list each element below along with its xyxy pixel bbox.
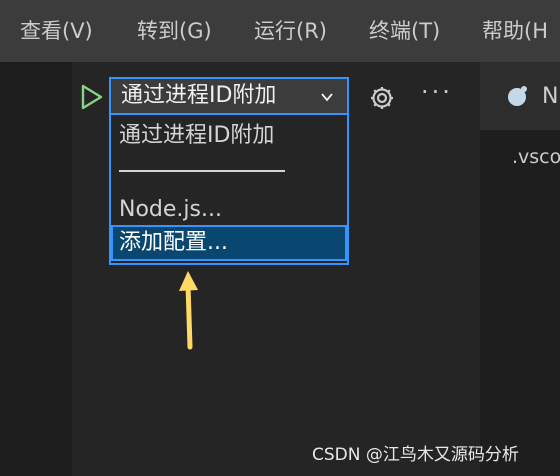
menu-terminal[interactable]: 终端(T) (369, 16, 440, 46)
menu-run[interactable]: 运行(R) (254, 16, 327, 46)
play-icon[interactable] (80, 84, 104, 110)
config-select-value: 通过进程ID附加 (121, 83, 277, 108)
sidebar-left-strip (0, 62, 72, 476)
editor-tab-label[interactable]: N (542, 84, 558, 110)
config-dropdown-list: 通过进程ID附加 Node.js... 添加配置... (109, 115, 349, 265)
chevron-down-icon (321, 93, 333, 102)
dropdown-option-attach-process[interactable]: 通过进程ID附加 (119, 121, 274, 151)
dropdown-option-nodejs[interactable]: Node.js... (119, 195, 222, 225)
more-actions-button[interactable]: ··· (421, 80, 453, 104)
node-file-icon (508, 86, 527, 106)
menu-help[interactable]: 帮助(H (482, 16, 548, 46)
menu-bar: 查看(V) 转到(G) 运行(R) 终端(T) 帮助(H (0, 0, 560, 62)
dropdown-option-add-config-label: 添加配置... (119, 230, 228, 255)
gear-icon[interactable] (368, 84, 396, 112)
menu-view[interactable]: 查看(V) (20, 16, 93, 46)
dropdown-option-add-config[interactable]: 添加配置... (111, 225, 347, 261)
annotation-arrow-icon (179, 271, 198, 350)
debug-config-select[interactable]: 通过进程ID附加 (109, 77, 349, 115)
dropdown-separator (119, 170, 285, 172)
editor-text: .vsco (512, 146, 560, 168)
watermark: CSDN @江鸟木又源码分析 (312, 445, 519, 465)
menu-goto[interactable]: 转到(G) (137, 16, 212, 46)
